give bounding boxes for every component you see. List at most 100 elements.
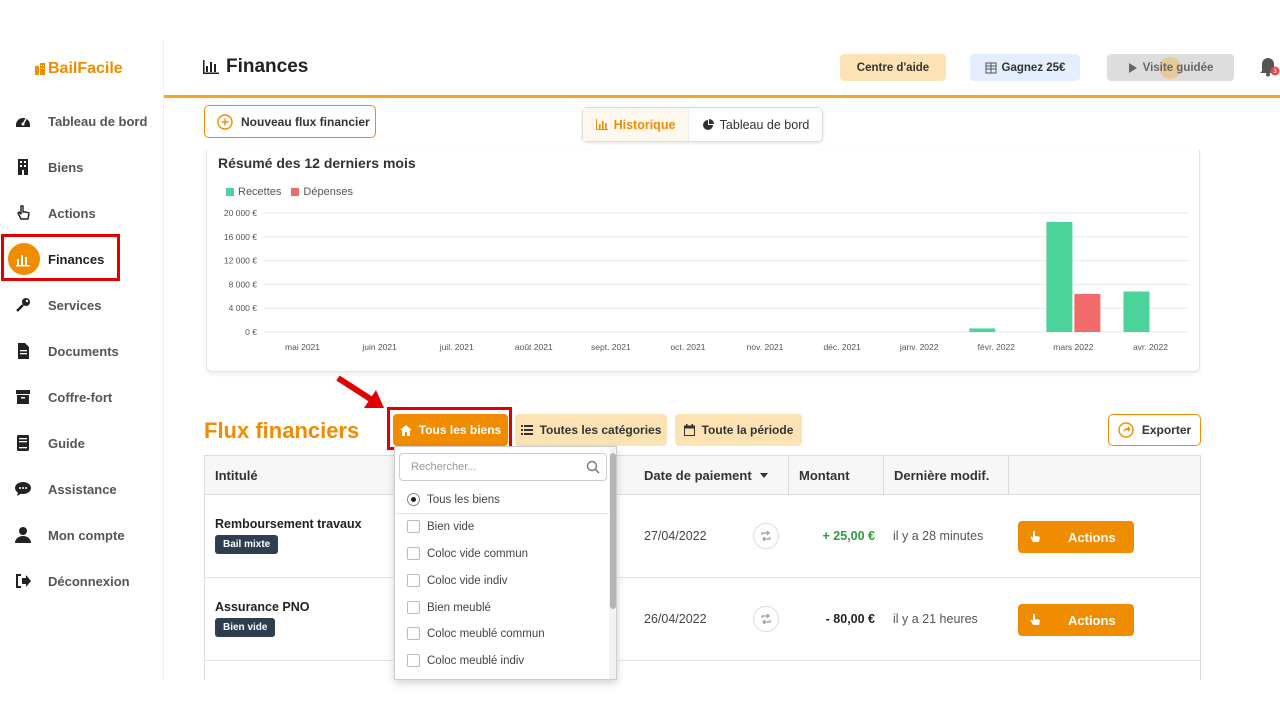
option-label: Coloc vide indiv: [427, 574, 508, 587]
bar-dépenses: [1074, 293, 1101, 332]
table-header: Intitulé Date de paiement Montant Derniè…: [205, 456, 1200, 495]
column-header-date[interactable]: Date de paiement: [634, 456, 789, 495]
key-icon: [16, 298, 30, 312]
filter-period-button[interactable]: Toute la période: [675, 414, 802, 446]
option-label: Coloc meublé commun: [427, 627, 545, 640]
column-header-intitule[interactable]: Intitulé: [205, 456, 395, 495]
export-button[interactable]: Exporter: [1108, 414, 1201, 446]
tab-tableau-de-bord[interactable]: Tableau de bord: [689, 108, 822, 141]
recurring-button[interactable]: [753, 606, 779, 632]
sidebar-item-assistance[interactable]: Assistance: [0, 474, 164, 504]
payment-date: 27/04/2022: [644, 529, 707, 543]
play-icon: [1128, 62, 1137, 73]
sidebar-item-label: Mon compte: [48, 527, 125, 543]
sidebar: BailFacile Tableau de bord Biens Actions…: [0, 40, 164, 680]
recurring-button[interactable]: [753, 523, 779, 549]
column-header-montant[interactable]: Montant: [789, 456, 884, 495]
table-row[interactable]: Assurance PNO Bien vide 26/04/2022 - 80,…: [205, 578, 1200, 661]
app-logo[interactable]: BailFacile: [34, 60, 123, 78]
legend-label: Recettes: [238, 186, 282, 198]
table-row[interactable]: Remboursement travaux Bail mixte 27/04/2…: [205, 495, 1200, 578]
guided-tour-button[interactable]: Visite guidée: [1107, 54, 1234, 81]
dropdown-option-tous-les-biens[interactable]: Tous les biens: [395, 486, 609, 513]
dropdown-search-input[interactable]: Rechercher...: [399, 453, 607, 481]
sidebar-item-mon-compte[interactable]: Mon compte: [0, 520, 164, 550]
app-window: BailFacile Tableau de bord Biens Actions…: [0, 0, 1280, 720]
finances-highlight-box: [1, 234, 120, 281]
y-tick-label: 8 000 €: [229, 279, 258, 289]
x-tick-label: juil. 2021: [439, 342, 474, 352]
search-placeholder: Rechercher...: [411, 461, 477, 473]
building-icon: [985, 62, 997, 73]
dropdown-scrollbar-thumb[interactable]: [610, 453, 616, 609]
dropdown-option-coloc-vide-commun[interactable]: Coloc vide commun: [395, 540, 609, 567]
dropdown-option-coloc-vide-indiv[interactable]: Coloc vide indiv: [395, 567, 609, 594]
sidebar-item-label: Services: [48, 297, 102, 313]
bar-chart: 20 000 € 16 000 € 12 000 € 8 000 € 4 000 € 0 …: [224, 208, 1189, 352]
bar-chart-icon: [203, 60, 219, 74]
x-tick-label: nov. 2021: [747, 342, 784, 352]
sidebar-item-services[interactable]: Services: [0, 290, 164, 320]
dropdown-option-coloc-meuble-commun[interactable]: Coloc meublé commun: [395, 620, 609, 647]
search-icon: [586, 460, 600, 474]
chart-title: Résumé des 12 derniers mois: [218, 155, 416, 171]
radio-selected: [407, 493, 420, 506]
checkbox: [407, 547, 420, 560]
filter-categories-button[interactable]: Toutes les catégories: [515, 414, 667, 446]
y-tick-label: 16 000 €: [224, 232, 257, 242]
actions-button[interactable]: Actions: [1018, 604, 1134, 636]
option-label: Coloc vide commun: [427, 547, 528, 560]
list-icon: [520, 425, 533, 435]
document-icon: [18, 343, 29, 359]
x-tick-label: août 2021: [515, 342, 553, 352]
app-name: BailFacile: [48, 60, 123, 77]
building-logo-icon: [35, 63, 45, 75]
x-tick-label: sept. 2021: [591, 342, 631, 352]
x-tick-label: févr. 2022: [978, 342, 1016, 352]
sidebar-item-biens[interactable]: Biens: [0, 152, 164, 182]
sidebar-item-deconnexion[interactable]: Déconnexion: [0, 566, 164, 596]
property-badge: Bien vide: [215, 618, 276, 637]
dropdown-option-bien-vide[interactable]: Bien vide: [395, 513, 609, 540]
actions-button[interactable]: Actions: [1018, 521, 1134, 553]
view-toggle: Historique Tableau de bord: [582, 107, 823, 142]
new-financial-flow-button[interactable]: Nouveau flux financier: [204, 105, 376, 138]
dropdown-option-coloc-meuble-indiv[interactable]: Coloc meublé indiv: [395, 647, 609, 674]
column-label: Dernière modif.: [894, 468, 990, 483]
sidebar-item-guide[interactable]: Guide: [0, 428, 164, 458]
option-label: Bien vide: [427, 520, 475, 533]
sidebar-item-label: Guide: [48, 435, 85, 451]
checkbox: [407, 574, 420, 587]
sidebar-item-label: Biens: [48, 159, 84, 175]
legend-swatch: [226, 188, 234, 196]
y-tick-label: 12 000 €: [224, 256, 257, 266]
help-center-button[interactable]: Centre d'aide: [840, 54, 946, 81]
dropdown-option-bien-meuble[interactable]: Bien meublé: [395, 594, 609, 621]
filter-period-label: Toute la période: [701, 423, 794, 437]
x-tick-label: janv. 2022: [899, 342, 939, 352]
user-icon: [15, 527, 31, 543]
legend-item-depenses[interactable]: Dépenses: [291, 186, 353, 198]
actions-label: Actions: [1068, 529, 1116, 545]
red-arrow-annotation: [336, 375, 384, 408]
referral-button[interactable]: Gagnez 25€: [970, 54, 1080, 81]
bar-recettes: [969, 328, 996, 332]
guided-tour-label: Visite guidée: [1142, 61, 1214, 74]
checkbox: [407, 654, 420, 667]
filter-categories-label: Toutes les catégories: [539, 423, 662, 437]
sidebar-item-coffre-fort[interactable]: Coffre-fort: [0, 382, 164, 412]
share-arrow-icon: [1118, 422, 1134, 438]
sidebar-item-documents[interactable]: Documents: [0, 336, 164, 366]
checkbox: [407, 627, 420, 640]
sidebar-item-actions[interactable]: Actions: [0, 198, 164, 228]
sidebar-item-tableau-de-bord[interactable]: Tableau de bord: [0, 106, 164, 136]
notification-bell-icon[interactable]: 3: [1256, 54, 1280, 78]
y-tick-label: 0 €: [245, 327, 257, 337]
column-header-modified[interactable]: Dernière modif.: [884, 456, 1009, 495]
legend-item-recettes[interactable]: Recettes: [226, 186, 281, 198]
export-label: Exporter: [1141, 423, 1192, 437]
tab-historique-label: Historique: [613, 117, 676, 132]
section-title: Flux financiers: [204, 418, 360, 443]
tab-historique[interactable]: Historique: [583, 108, 689, 141]
payment-date: 26/04/2022: [644, 612, 707, 626]
